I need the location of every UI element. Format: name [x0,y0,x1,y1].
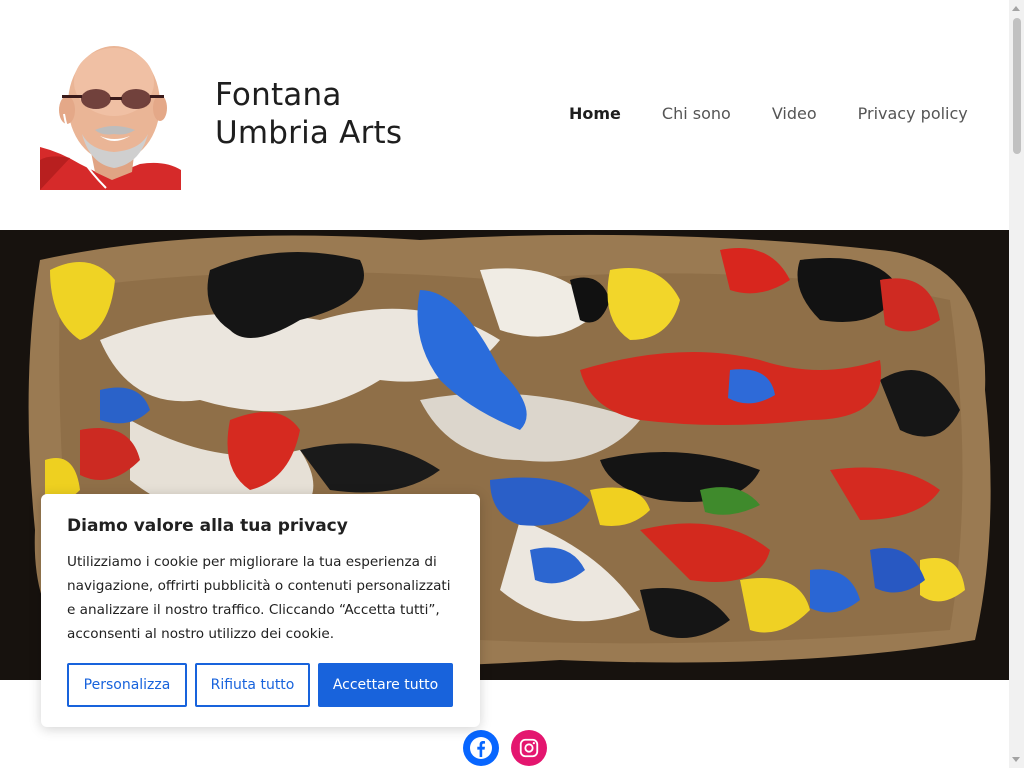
instagram-icon [519,738,539,758]
cookie-banner-title: Diamo valore alla tua privacy [67,516,348,536]
site-title-line-2: Umbria Arts [215,115,403,151]
site-logo-avatar[interactable] [40,42,181,190]
nav-item-privacy-policy[interactable]: Privacy policy [858,104,968,123]
social-links [463,730,547,766]
instagram-link[interactable] [511,730,547,766]
main-navigation: Home Chi sono Video Privacy policy [569,104,968,123]
scroll-up-arrow-icon[interactable] [1012,6,1020,11]
customize-button[interactable]: Personalizza [67,663,187,707]
reject-all-button[interactable]: Rifiuta tutto [195,663,310,707]
site-title[interactable]: Fontana Umbria Arts [215,76,435,152]
facebook-link[interactable] [463,730,499,766]
nav-item-video[interactable]: Video [772,104,817,123]
accept-all-button[interactable]: Accettare tutto [318,663,453,707]
scrollbar-thumb[interactable] [1013,18,1021,154]
cookie-banner-text: Utilizziamo i cookie per migliorare la t… [67,554,451,642]
site-title-line-1: Fontana [215,77,342,113]
cookie-consent-banner: Diamo valore alla tua privacy Utilizziam… [41,494,480,727]
nav-item-chi-sono[interactable]: Chi sono [662,104,731,123]
page: Fontana Umbria Arts Home Chi sono Video … [0,0,1009,768]
cookie-banner-actions: Personalizza Rifiuta tutto Accettare tut… [67,663,453,707]
site-header: Fontana Umbria Arts Home Chi sono Video … [0,0,1009,230]
nav-item-home[interactable]: Home [569,104,621,123]
facebook-icon [470,737,492,759]
page-scrollbar[interactable] [1009,0,1024,768]
scroll-down-arrow-icon[interactable] [1012,757,1020,762]
